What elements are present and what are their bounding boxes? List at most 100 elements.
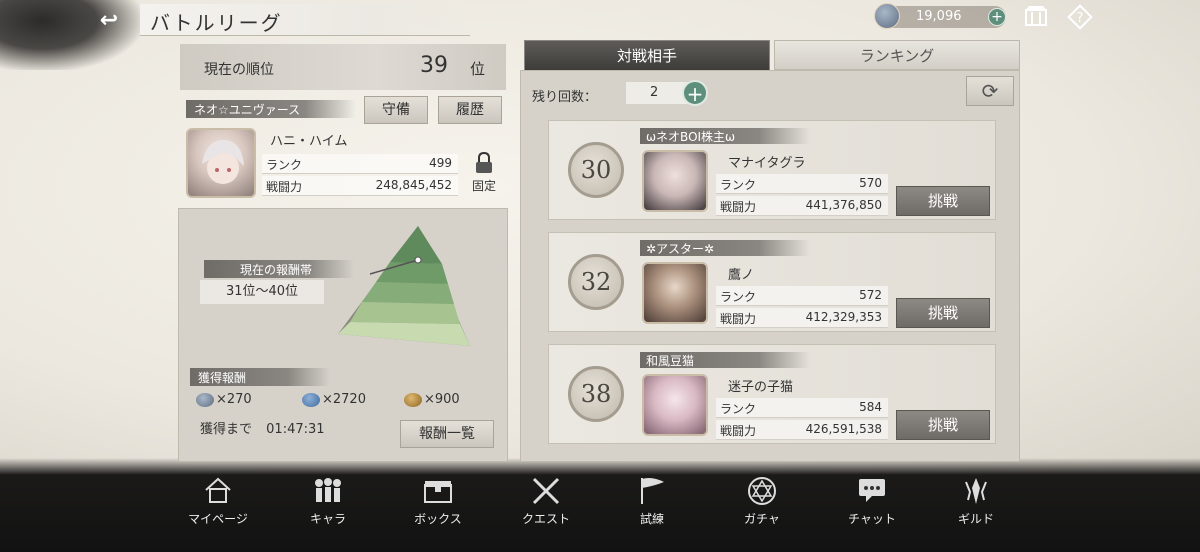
opponent-guild-name: ωネオBOI株主ω bbox=[646, 130, 736, 144]
opponent-power-row: 戦闘力 412,329,353 bbox=[716, 308, 888, 328]
hexagram-icon bbox=[745, 476, 779, 506]
reward-band-label-plate: 現在の報酬帯 bbox=[204, 260, 354, 278]
opponent-level-badge: 30 bbox=[568, 142, 624, 198]
opponent-avatar[interactable] bbox=[642, 262, 708, 324]
until-time: 01:47:31 bbox=[266, 422, 325, 437]
gain-label: 獲得報酬 bbox=[198, 371, 247, 385]
crystal-currency-icon bbox=[874, 3, 900, 29]
nav-label: キャラ bbox=[309, 512, 346, 526]
nav-item-guild[interactable]: ギルド bbox=[936, 476, 1016, 540]
reward-item-coin: ×2720 bbox=[302, 392, 366, 407]
characters-icon bbox=[311, 476, 345, 506]
opponent-rank-key: ランク bbox=[720, 178, 757, 192]
opponent-rank-key: ランク bbox=[720, 290, 757, 304]
nav-item-chat[interactable]: チャット bbox=[832, 476, 912, 540]
opponent-rank-value: 572 bbox=[859, 288, 882, 302]
nav-label: ボックス bbox=[414, 512, 462, 526]
opponent-level-badge: 38 bbox=[568, 366, 624, 422]
refresh-button[interactable]: ⟳ bbox=[966, 76, 1014, 106]
opponent-guild-name: 和風豆猫 bbox=[646, 354, 695, 368]
player-avatar[interactable] bbox=[186, 128, 256, 198]
player-power-value: 248,845,452 bbox=[375, 178, 452, 192]
nav-label: 試練 bbox=[639, 512, 664, 526]
tab-ranking[interactable]: ランキング bbox=[774, 40, 1020, 70]
refresh-icon: ⟳ bbox=[981, 79, 999, 103]
opponent-rank-key: ランク bbox=[720, 402, 757, 416]
reward-pyramid-icon bbox=[338, 226, 470, 346]
tab-opponents[interactable]: 対戦相手 bbox=[524, 40, 770, 70]
reward-amount: ×900 bbox=[424, 392, 460, 407]
player-name: ハニ・ハイム bbox=[270, 134, 348, 149]
player-power-row: 戦闘力 248,845,452 bbox=[262, 176, 458, 196]
opponent-guild-tag: ✲アスター✲ bbox=[640, 240, 810, 256]
reward-item-crystal: ×270 bbox=[196, 392, 252, 407]
opponent-avatar[interactable] bbox=[642, 374, 708, 436]
reward-list-button[interactable]: 報酬一覧 bbox=[400, 420, 494, 448]
nav-label: ギルド bbox=[957, 512, 994, 526]
back-button[interactable]: ↩ bbox=[92, 8, 126, 34]
svg-text:?: ? bbox=[1077, 11, 1084, 26]
lock-toggle[interactable]: 固定 bbox=[464, 151, 504, 196]
challenge-button[interactable]: 挑戦 bbox=[896, 410, 990, 440]
opponent-power-key: 戦闘力 bbox=[720, 424, 757, 438]
opponent-guild-tag: 和風豆猫 bbox=[640, 352, 810, 368]
opponent-avatar[interactable] bbox=[642, 150, 708, 212]
opponent-name: 迷子の子猫 bbox=[728, 380, 794, 395]
nav-item-characters[interactable]: キャラ bbox=[288, 476, 368, 540]
player-rank-row: ランク 499 bbox=[262, 154, 458, 174]
home-icon bbox=[201, 476, 235, 506]
add-currency-button[interactable]: + bbox=[988, 8, 1006, 26]
nav-label: クエスト bbox=[521, 512, 570, 526]
opponent-name: 鷹ノ bbox=[728, 268, 755, 283]
guild-emblem-icon bbox=[959, 476, 993, 506]
crystal-icon bbox=[196, 392, 214, 407]
nav-item-quest[interactable]: クエスト bbox=[506, 476, 586, 540]
opponent-rank-value: 570 bbox=[859, 176, 882, 190]
opponent-rank-row: ランク 570 bbox=[716, 174, 888, 194]
player-portrait-icon bbox=[202, 140, 244, 184]
add-attempts-button[interactable]: + bbox=[682, 80, 708, 106]
opponent-rank-row: ランク 584 bbox=[716, 398, 888, 418]
reward-amount: ×270 bbox=[216, 392, 252, 407]
currency-amount: 19,096 bbox=[916, 9, 962, 24]
help-icon[interactable]: ? bbox=[1066, 4, 1094, 30]
rank-label: 現在の順位 bbox=[204, 62, 274, 78]
player-power-key: 戦闘力 bbox=[266, 180, 303, 194]
defense-button[interactable]: 守備 bbox=[364, 96, 428, 124]
challenge-button[interactable]: 挑戦 bbox=[896, 298, 990, 328]
currency-display: 19,096 + bbox=[874, 3, 1006, 29]
opponent-guild-tag: ωネオBOI株主ω bbox=[640, 128, 810, 144]
shop-icon[interactable] bbox=[1022, 4, 1050, 30]
blue-coin-icon bbox=[302, 392, 320, 407]
player-guild-tag: ネオ☆ユニヴァース bbox=[186, 100, 356, 118]
reward-band-label: 現在の報酬帯 bbox=[240, 263, 313, 277]
reward-amount: ×2720 bbox=[322, 392, 366, 407]
gain-label-plate: 獲得報酬 bbox=[190, 368, 330, 386]
title-plate: バトルリーグ bbox=[140, 4, 470, 36]
remaining-attempts-value: 2 bbox=[626, 82, 688, 104]
crossed-swords-icon bbox=[529, 476, 563, 506]
player-guild-name: ネオ☆ユニヴァース bbox=[194, 103, 301, 117]
reward-countdown: 獲得まで 01:47:31 bbox=[200, 418, 325, 437]
opponent-power-value: 412,329,353 bbox=[805, 310, 882, 324]
lock-icon bbox=[476, 151, 492, 173]
history-button[interactable]: 履歴 bbox=[438, 96, 502, 124]
reward-band-value: 31位〜40位 bbox=[200, 280, 324, 304]
page-title: バトルリーグ bbox=[150, 11, 283, 35]
nav-item-trial[interactable]: 試練 bbox=[612, 476, 692, 540]
flag-icon bbox=[635, 476, 669, 506]
opponent-name: マナイタグラ bbox=[728, 156, 806, 171]
opponent-power-value: 426,591,538 bbox=[805, 422, 882, 436]
reward-item-ore: ×900 bbox=[404, 392, 460, 407]
opponent-power-key: 戦闘力 bbox=[720, 200, 757, 214]
nav-item-mypage[interactable]: マイページ bbox=[178, 476, 258, 540]
until-label: 獲得まで bbox=[200, 422, 253, 437]
opponent-rank-row: ランク 572 bbox=[716, 286, 888, 306]
opponent-power-value: 441,376,850 bbox=[805, 198, 882, 212]
opponent-rank-value: 584 bbox=[859, 400, 882, 414]
chat-icon bbox=[855, 476, 889, 506]
lock-label: 固定 bbox=[471, 179, 496, 193]
nav-item-gacha[interactable]: ガチャ bbox=[722, 476, 802, 540]
challenge-button[interactable]: 挑戦 bbox=[896, 186, 990, 216]
nav-item-box[interactable]: ボックス bbox=[398, 476, 478, 540]
